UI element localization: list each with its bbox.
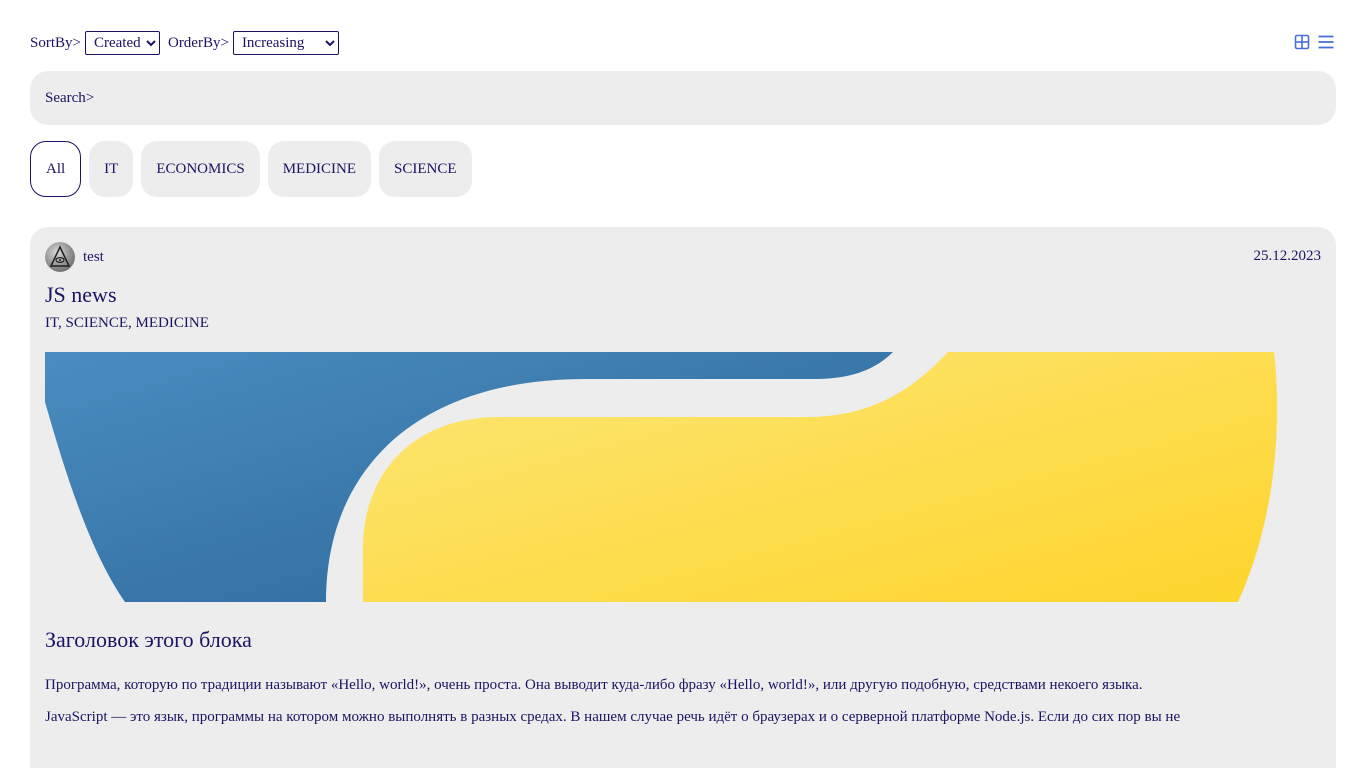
view-toggle: [1294, 34, 1334, 50]
post-title[interactable]: JS news: [45, 282, 117, 308]
search-input[interactable]: [94, 82, 1336, 114]
post-card[interactable]: test 25.12.2023 JS news IT, SCIENCE, MED…: [30, 227, 1336, 768]
filter-all[interactable]: All: [30, 141, 82, 197]
sort-by-label: SortBy>: [30, 34, 81, 51]
filter-science[interactable]: SCIENCE: [379, 141, 472, 197]
post-banner-image: [45, 352, 1279, 602]
search-bar: Search>: [30, 71, 1336, 125]
filter-medicine[interactable]: MEDICINE: [267, 141, 372, 197]
order-by-select[interactable]: Increasing: [232, 31, 339, 55]
post-paragraph: Программа, которую по традиции называют …: [45, 677, 1143, 693]
grid-view-icon[interactable]: [1294, 34, 1310, 50]
post-paragraph: JavaScript — это язык, программы на кото…: [45, 709, 1181, 725]
post-author: test: [45, 242, 104, 272]
search-label: Search>: [45, 89, 95, 106]
author-name[interactable]: test: [83, 249, 104, 266]
post-date: 25.12.2023: [1253, 248, 1322, 264]
avatar: [45, 242, 75, 272]
filter-economics[interactable]: ECONOMICS: [141, 141, 260, 197]
category-filters: All IT ECONOMICS MEDICINE SCIENCE: [30, 141, 472, 197]
sort-by-select[interactable]: Created: [84, 31, 160, 55]
block-title: Заголовок этого блока: [45, 627, 252, 652]
filter-it[interactable]: IT: [89, 141, 134, 197]
order-by-label: OrderBy>: [167, 34, 229, 51]
sort-toolbar: SortBy> Created OrderBy> Increasing: [30, 30, 347, 56]
post-tags: IT, SCIENCE, MEDICINE: [45, 315, 209, 331]
list-view-icon[interactable]: [1318, 34, 1334, 50]
